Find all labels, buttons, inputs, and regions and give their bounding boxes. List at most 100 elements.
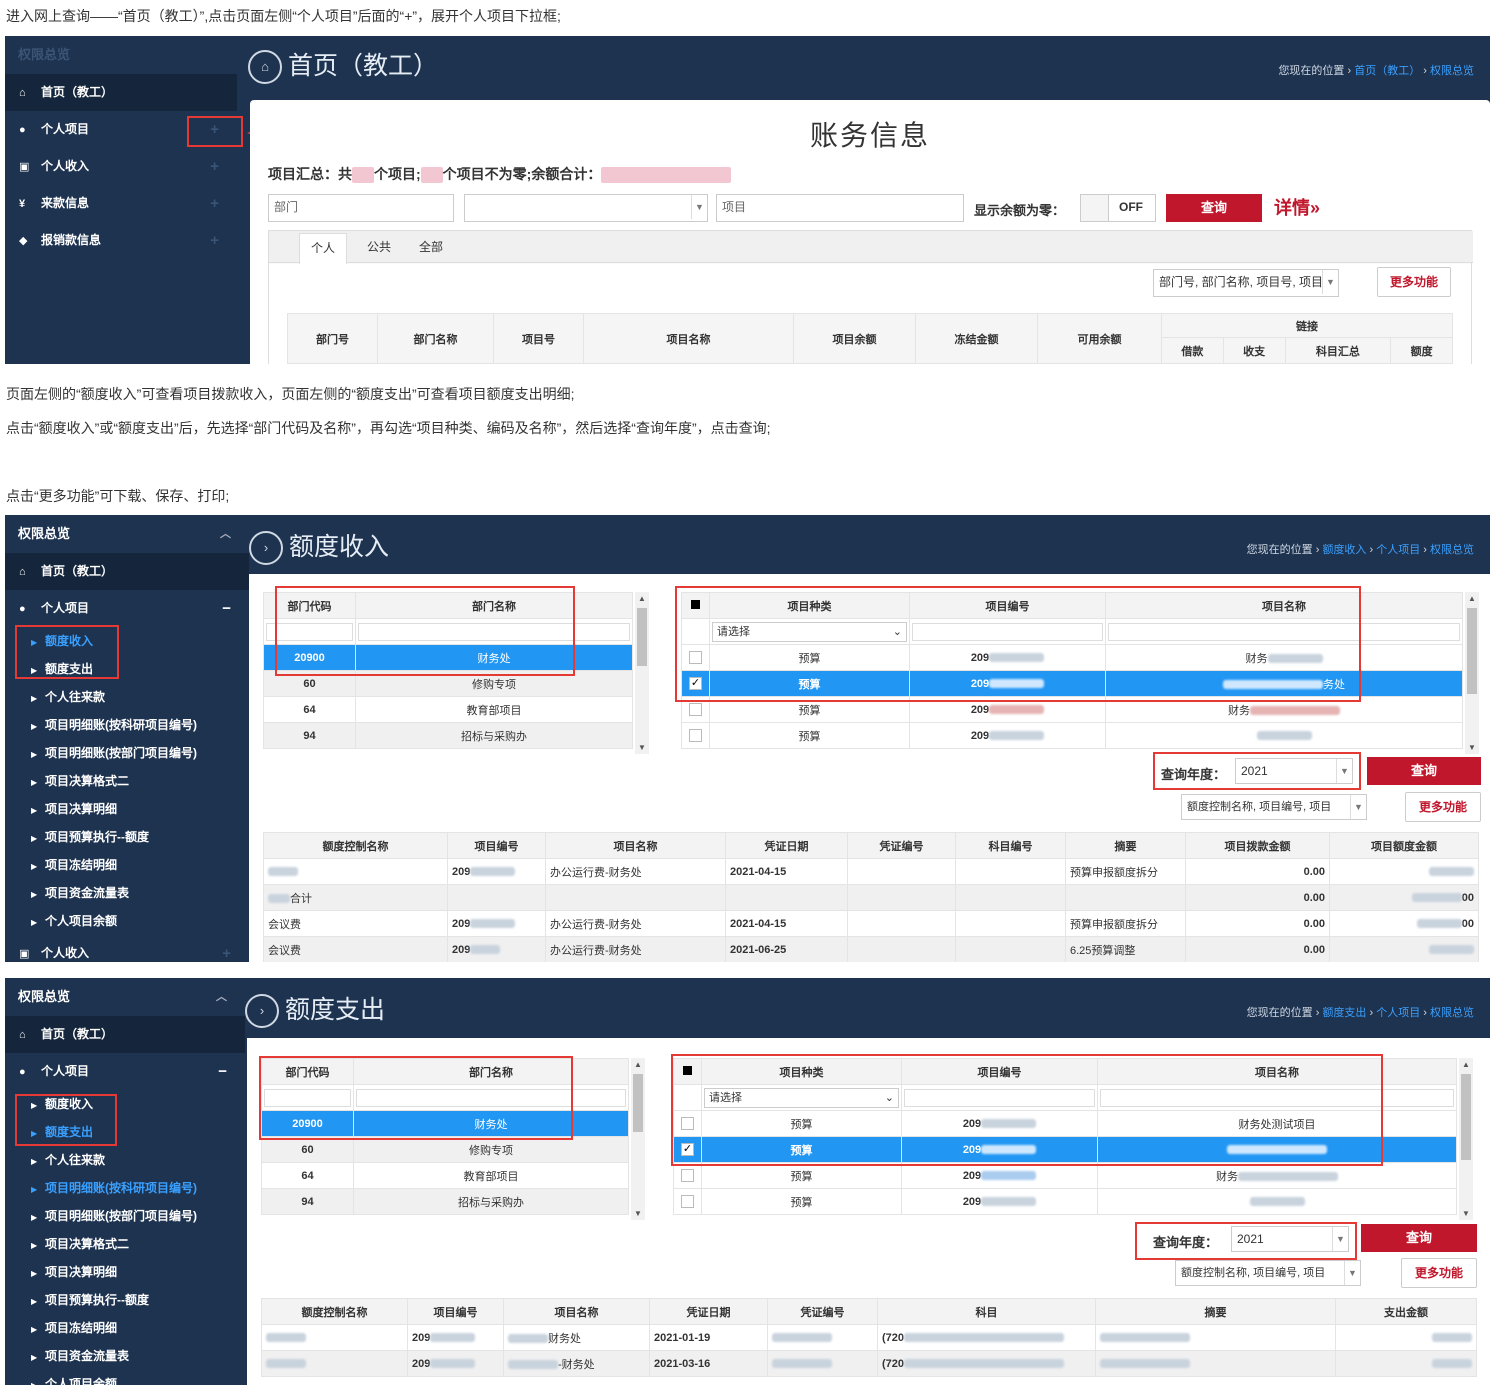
sub-budget-exec[interactable]: ▶ 项目预算执行--额度 bbox=[5, 823, 249, 851]
columns-select[interactable]: 额度控制名称, 项目编号, 项目 ▼ bbox=[1175, 1260, 1361, 1286]
table-row[interactable]: 209 办公运行费-财务处 2021-04-15 预算申报额度拆分 0.00 bbox=[263, 858, 1479, 885]
dept-input[interactable]: 部门 bbox=[268, 194, 454, 222]
col-expense-amount[interactable]: 支出金额 bbox=[1335, 1298, 1477, 1325]
sub-frozen-detail[interactable]: ▶ 项目冻结明细 bbox=[5, 851, 249, 879]
sidebar-header[interactable]: 权限总览 bbox=[5, 36, 237, 74]
col-quota-name[interactable]: 额度控制名称 bbox=[261, 1298, 408, 1325]
expand-plus-icon[interactable]: + bbox=[210, 222, 219, 259]
sidebar-header[interactable]: 权限总览 ︿ bbox=[5, 515, 249, 553]
col-quota-amount[interactable]: 项目额度金额 bbox=[1329, 832, 1479, 859]
col-memo[interactable]: 摘要 bbox=[1065, 832, 1186, 859]
zero-toggle[interactable]: OFF bbox=[1080, 194, 1156, 222]
col-dept-name[interactable]: 部门名称 bbox=[377, 313, 494, 364]
col-frozen[interactable]: 冻结金额 bbox=[915, 313, 1038, 364]
sub-final-format2[interactable]: ▶ 项目决算格式二 bbox=[5, 1230, 245, 1258]
table-row[interactable]: 94 招标与采购办 bbox=[261, 1188, 629, 1215]
dept-scrollbar[interactable]: ▲ ▼ bbox=[631, 1058, 645, 1220]
sub-final-detail[interactable]: ▶ 项目决算明细 bbox=[5, 1258, 245, 1286]
year-select[interactable]: 2021 ▼ bbox=[1235, 758, 1353, 784]
sidebar-item-reimbursement[interactable]: ◆ 报销款信息 + bbox=[5, 222, 237, 259]
sub-detail-dept[interactable]: ▶ 项目明细账(按部门项目编号) bbox=[5, 1202, 245, 1230]
col-available[interactable]: 可用余额 bbox=[1037, 313, 1162, 364]
table-row[interactable]: 预算 209 财务 bbox=[673, 1162, 1457, 1189]
row-checkbox[interactable] bbox=[689, 703, 702, 716]
col-link-loan[interactable]: 借款 bbox=[1161, 337, 1224, 364]
sidebar-item-home[interactable]: ⌂ 首页（教工） bbox=[5, 1016, 245, 1053]
col-subject[interactable]: 科目 bbox=[877, 1298, 1096, 1325]
col-voucher-date[interactable]: 凭证日期 bbox=[649, 1298, 768, 1325]
dept-scrollbar[interactable]: ▲ ▼ bbox=[635, 592, 649, 754]
columns-select[interactable]: 额度控制名称, 项目编号, 项目 ▼ bbox=[1181, 794, 1367, 820]
table-row[interactable]: 94 招标与采购办 bbox=[263, 722, 633, 749]
sub-cashflow[interactable]: ▶ 项目资金流量表 bbox=[5, 879, 249, 907]
columns-select[interactable]: 部门号, 部门名称, 项目号, 项目 ▼ bbox=[1153, 269, 1339, 297]
col-subject-code[interactable]: 科目编号 bbox=[955, 832, 1066, 859]
tab-public[interactable]: 公共 bbox=[355, 233, 403, 263]
dept-select[interactable]: ▼ bbox=[464, 194, 708, 222]
col-appropriation[interactable]: 项目拨款金额 bbox=[1185, 832, 1330, 859]
col-project-no[interactable]: 项目号 bbox=[493, 313, 584, 364]
expand-plus-icon[interactable]: + bbox=[210, 148, 219, 185]
sub-final-detail[interactable]: ▶ 项目决算明细 bbox=[5, 795, 249, 823]
project-scrollbar[interactable]: ▲ ▼ bbox=[1459, 1058, 1473, 1220]
sub-final-format2[interactable]: ▶ 项目决算格式二 bbox=[5, 767, 249, 795]
sidebar-item-personal-income[interactable]: ▣ 个人收入 + bbox=[5, 935, 249, 962]
table-row[interactable]: 会议费 209 办公运行费-财务处 2021-04-15 预算申报额度拆分 0.00 00 bbox=[263, 910, 1479, 937]
col-quota-name[interactable]: 额度控制名称 bbox=[263, 832, 448, 859]
more-functions-button[interactable]: 更多功能 bbox=[1401, 1258, 1477, 1288]
col-project-name[interactable]: 项目名称 bbox=[545, 832, 726, 859]
year-select[interactable]: 2021 ▼ bbox=[1231, 1226, 1349, 1252]
row-checkbox[interactable] bbox=[681, 1169, 694, 1182]
collapse-minus-icon[interactable]: − bbox=[218, 1053, 227, 1090]
col-voucher-date[interactable]: 凭证日期 bbox=[725, 832, 848, 859]
col-link-subject-summary[interactable]: 科目汇总 bbox=[1284, 337, 1392, 364]
sidebar-item-home[interactable]: ⌂ 首页（教工） bbox=[5, 553, 249, 590]
table-row[interactable]: 64 教育部项目 bbox=[261, 1162, 629, 1189]
query-button[interactable]: 查询 bbox=[1166, 194, 1262, 222]
table-row[interactable]: 预算 209 bbox=[681, 722, 1463, 749]
sub-detail-dept[interactable]: ▶ 项目明细账(按部门项目编号) bbox=[5, 739, 249, 767]
sub-budget-exec[interactable]: ▶ 项目预算执行--额度 bbox=[5, 1286, 245, 1314]
more-functions-button[interactable]: 更多功能 bbox=[1377, 267, 1451, 297]
table-row[interactable]: 60 修购专项 bbox=[261, 1136, 629, 1163]
expand-plus-icon[interactable]: + bbox=[210, 185, 219, 222]
col-dept-no[interactable]: 部门号 bbox=[287, 313, 378, 364]
sidebar-item-home[interactable]: ⌂ 首页（教工） bbox=[5, 74, 237, 111]
table-row[interactable]: 64 教育部项目 bbox=[263, 696, 633, 723]
detail-link[interactable]: 详情» bbox=[1274, 194, 1320, 220]
collapse-minus-icon[interactable]: − bbox=[222, 590, 231, 627]
sub-project-balance[interactable]: ▶个人项目余额 bbox=[5, 907, 249, 935]
sidebar-header[interactable]: 权限总览 ︿ bbox=[5, 978, 245, 1016]
project-input[interactable]: 项目 bbox=[716, 194, 964, 222]
sub-personal-current[interactable]: ▶ 个人往来款 bbox=[5, 1146, 245, 1174]
sub-detail-research[interactable]: ▶ 项目明细账(按科研项目编号) bbox=[5, 1174, 245, 1202]
table-row[interactable]: 209 财务处 2021-01-19 (720 bbox=[261, 1324, 1477, 1351]
col-project-code[interactable]: 项目编号 bbox=[407, 1298, 504, 1325]
col-project-name[interactable]: 项目名称 bbox=[583, 313, 794, 364]
sub-cashflow[interactable]: ▶ 项目资金流量表 bbox=[5, 1342, 245, 1370]
query-button[interactable]: 查询 bbox=[1361, 1224, 1477, 1252]
col-memo[interactable]: 摘要 bbox=[1095, 1298, 1336, 1325]
query-button[interactable]: 查询 bbox=[1367, 757, 1481, 785]
sidebar-item-personal-income[interactable]: ▣ 个人收入 + bbox=[5, 148, 237, 185]
sub-personal-current[interactable]: ▶ 个人往来款 bbox=[5, 683, 249, 711]
table-row[interactable]: 会议费 209 办公运行费-财务处 2021-06-25 6.25预算调整 0.00 bbox=[263, 936, 1479, 962]
row-checkbox[interactable] bbox=[689, 729, 702, 742]
sub-project-balance[interactable]: ▶个人项目余额 bbox=[5, 1370, 245, 1385]
col-link-quota[interactable]: 额度 bbox=[1390, 337, 1453, 364]
sidebar-item-personal-project[interactable]: ● 个人项目 − bbox=[5, 590, 249, 627]
table-row[interactable]: 合计 0.00 00 bbox=[263, 884, 1479, 911]
col-voucher-no[interactable]: 凭证编号 bbox=[767, 1298, 878, 1325]
col-balance[interactable]: 项目余额 bbox=[793, 313, 916, 364]
tab-personal[interactable]: 个人 bbox=[299, 233, 347, 264]
sub-detail-research[interactable]: ▶ 项目明细账(按科研项目编号) bbox=[5, 711, 249, 739]
sidebar-item-personal-project[interactable]: ● 个人项目 − bbox=[5, 1053, 245, 1090]
table-row[interactable]: 预算 209 bbox=[673, 1188, 1457, 1215]
table-row[interactable]: 209 -财务处 2021-03-16 (720 bbox=[261, 1350, 1477, 1377]
row-checkbox[interactable] bbox=[681, 1195, 694, 1208]
sub-frozen-detail[interactable]: ▶ 项目冻结明细 bbox=[5, 1314, 245, 1342]
col-link-income-expense[interactable]: 收支 bbox=[1222, 337, 1286, 364]
more-functions-button[interactable]: 更多功能 bbox=[1405, 792, 1481, 822]
sidebar-item-payment-info[interactable]: ¥ 来款信息 + bbox=[5, 185, 237, 222]
project-scrollbar[interactable]: ▲ ▼ bbox=[1465, 592, 1479, 754]
